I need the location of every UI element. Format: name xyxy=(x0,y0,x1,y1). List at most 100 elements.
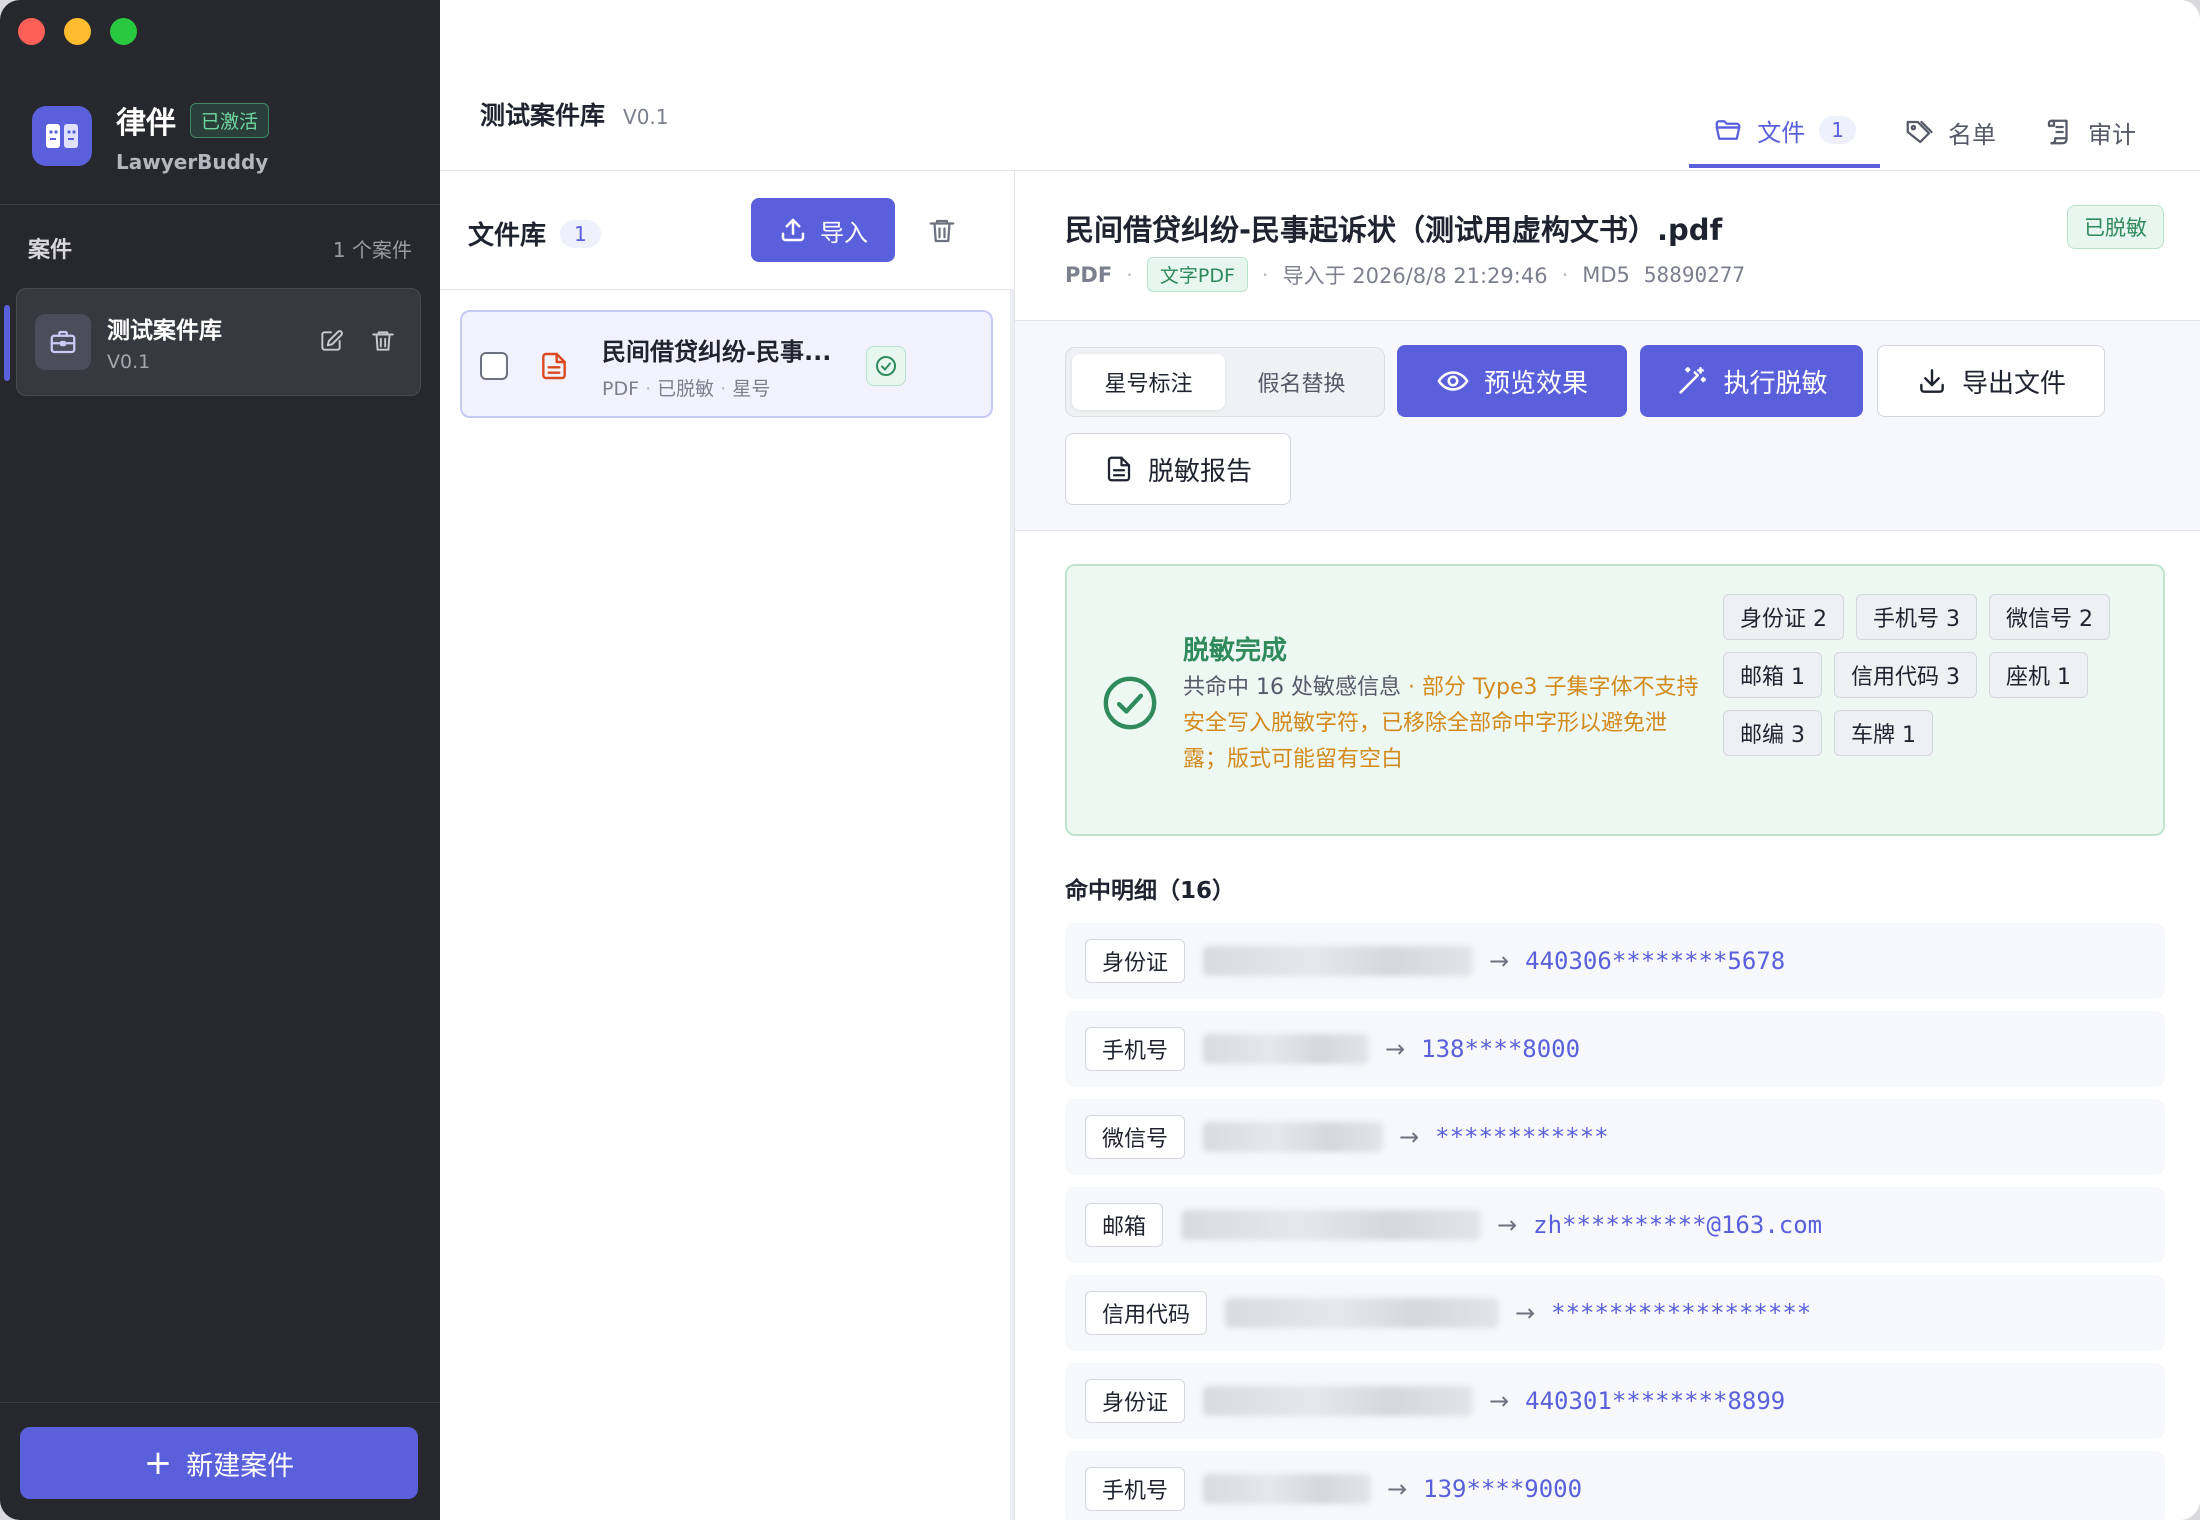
hit-masked-value: 139****9000 xyxy=(1423,1475,1583,1503)
file-panel: 文件库 1 导入 民间借贷纠纷-民事... PDF · 已脱敏 · 星号 xyxy=(440,171,1015,1520)
tab-audit-label: 审计 xyxy=(2088,120,2136,149)
separator: · xyxy=(720,378,733,400)
download-icon xyxy=(1920,369,1944,393)
case-item[interactable]: 测试案件库 V0.1 xyxy=(4,288,421,396)
trash-icon xyxy=(929,219,955,243)
hit-row: 身份证 → 440301********8899 xyxy=(1065,1363,2165,1439)
tab-list-label: 名单 xyxy=(1948,120,1996,149)
tab-list[interactable]: 名单 xyxy=(1880,96,2020,168)
zoom-window-button[interactable] xyxy=(110,18,137,45)
result-title: 脱敏完成 xyxy=(1183,636,1288,666)
hit-type: 微信号 xyxy=(1085,1115,1186,1159)
pdf-kind-badge: 文字PDF xyxy=(1146,257,1248,292)
app-subtitle: LawyerBuddy xyxy=(116,150,269,174)
window-controls xyxy=(18,18,137,45)
tags-icon xyxy=(1906,120,1933,144)
blurred-original xyxy=(1203,946,1474,976)
export-label: 导出文件 xyxy=(1961,368,2066,399)
status-badge: 已脱敏 xyxy=(2067,205,2164,249)
hit-masked-value: 440301********8899 xyxy=(1525,1387,1786,1415)
page-title: 测试案件库 xyxy=(480,101,606,130)
file-type: PDF xyxy=(602,378,640,400)
folder-icon xyxy=(1715,120,1741,140)
close-window-button[interactable] xyxy=(18,18,45,45)
cases-header: 案件 1 个案件 xyxy=(28,232,412,264)
result-summary: 共命中 16 处敏感信息 xyxy=(1183,675,1401,700)
separator: · xyxy=(1126,262,1133,287)
edit-icon[interactable] xyxy=(315,325,347,357)
import-button[interactable]: 导入 xyxy=(751,198,895,262)
new-case-label: 新建案件 xyxy=(186,1450,295,1482)
tab-bar: 文件 1 名单 审计 xyxy=(1689,98,2160,170)
result-summary-card: 脱敏完成 共命中 16 处敏感信息 · 部分 Type3 子集字体不支持安全写入… xyxy=(1065,564,2165,836)
separator: · xyxy=(645,378,658,400)
md5-value: 58890277 xyxy=(1643,262,1746,287)
hit-type: 手机号 xyxy=(1085,1467,1186,1511)
arrow-right-icon: → xyxy=(1489,1387,1510,1415)
hit-row: 邮箱 → zh**********@163.com xyxy=(1065,1187,2165,1263)
active-indicator xyxy=(4,305,10,381)
hit-row: 手机号 → 139****9000 xyxy=(1065,1451,2165,1520)
app-logo xyxy=(32,106,92,166)
tab-audit[interactable]: 审计 xyxy=(2020,96,2160,168)
report-button[interactable]: 脱敏报告 xyxy=(1065,433,1291,505)
export-button[interactable]: 导出文件 xyxy=(1877,345,2105,417)
hit-masked-value: zh**********@163.com xyxy=(1533,1211,1823,1239)
scrollbar[interactable] xyxy=(1010,289,1014,1520)
mode-asterisk[interactable]: 星号标注 xyxy=(1072,354,1225,410)
blurred-original xyxy=(1225,1298,1500,1328)
hit-row: 信用代码 → ****************** xyxy=(1065,1275,2165,1351)
tab-files[interactable]: 文件 1 xyxy=(1689,96,1880,168)
execute-label: 执行脱敏 xyxy=(1723,368,1828,399)
category-chip: 手机号 3 xyxy=(1856,594,1977,640)
scroll-icon xyxy=(2047,119,2068,145)
minimize-window-button[interactable] xyxy=(64,18,91,45)
page-version: V0.1 xyxy=(623,105,669,129)
execute-button[interactable]: 执行脱敏 xyxy=(1640,345,1863,417)
md5-label: MD5 xyxy=(1582,262,1630,287)
file-checkbox[interactable] xyxy=(480,352,508,380)
action-toolbar: 星号标注 假名替换 预览效果 执行脱敏 导出文件 脱敏报告 xyxy=(1015,321,2200,531)
hit-row: 微信号 → ************ xyxy=(1065,1099,2165,1175)
delete-files-button[interactable] xyxy=(924,213,960,249)
trash-icon[interactable] xyxy=(367,325,399,357)
blurred-original xyxy=(1181,1210,1482,1240)
plus-icon: + xyxy=(143,1443,173,1483)
top-header: 测试案件库 V0.1 文件 1 名单 审计 xyxy=(440,0,2200,171)
result-description: 共命中 16 处敏感信息 · 部分 Type3 子集字体不支持安全写入脱敏字符，… xyxy=(1183,670,1699,778)
hit-row: 手机号 → 138****8000 xyxy=(1065,1011,2165,1087)
hit-type: 身份证 xyxy=(1085,1379,1186,1423)
tab-files-label: 文件 xyxy=(1757,118,1806,147)
report-label: 脱敏报告 xyxy=(1147,456,1252,487)
arrow-right-icon: → xyxy=(1399,1123,1420,1151)
file-list-item[interactable]: 民间借贷纠纷-民事... PDF · 已脱敏 · 星号 xyxy=(460,310,993,418)
hit-masked-value: ************ xyxy=(1435,1123,1609,1151)
magic-wand-icon xyxy=(1679,366,1707,394)
file-name: 民间借贷纠纷-民事... xyxy=(602,338,832,366)
cases-title: 案件 xyxy=(28,238,73,263)
category-chip: 微信号 2 xyxy=(1989,594,2110,640)
arrow-right-icon: → xyxy=(1385,1035,1406,1063)
file-count: 1 xyxy=(560,219,601,248)
hit-masked-value: 138****8000 xyxy=(1421,1035,1581,1063)
file-meta: PDF · 已脱敏 · 星号 xyxy=(602,374,770,401)
preview-button[interactable]: 预览效果 xyxy=(1397,345,1627,417)
document-meta: PDF · 文字PDF · 导入于 2026/8/8 21:29:46 · MD… xyxy=(1065,257,1745,292)
eye-icon xyxy=(1437,371,1469,391)
arrow-right-icon: → xyxy=(1497,1211,1518,1239)
brand: 律伴 已激活 LawyerBuddy xyxy=(32,98,270,174)
category-chip: 座机 1 xyxy=(1989,652,2088,698)
hit-category-chips: 身份证 2 手机号 3 微信号 2 邮箱 1 信用代码 3 座机 1 邮编 3 … xyxy=(1723,594,2143,756)
hit-row: 身份证 → 440306********5678 xyxy=(1065,923,2165,999)
document-icon xyxy=(1107,456,1131,482)
file-status: 已脱敏 xyxy=(657,378,715,400)
file-type: PDF xyxy=(1065,262,1113,287)
category-chip: 邮编 3 xyxy=(1723,710,1822,756)
category-chip: 邮箱 1 xyxy=(1723,652,1822,698)
mode-pseudonym[interactable]: 假名替换 xyxy=(1225,354,1378,410)
hit-type: 信用代码 xyxy=(1085,1291,1208,1335)
check-circle-icon xyxy=(1101,674,1159,736)
new-case-button[interactable]: + 新建案件 xyxy=(20,1427,418,1499)
category-chip: 车牌 1 xyxy=(1834,710,1933,756)
imported-at: 导入于 2026/8/8 21:29:46 xyxy=(1282,263,1548,288)
